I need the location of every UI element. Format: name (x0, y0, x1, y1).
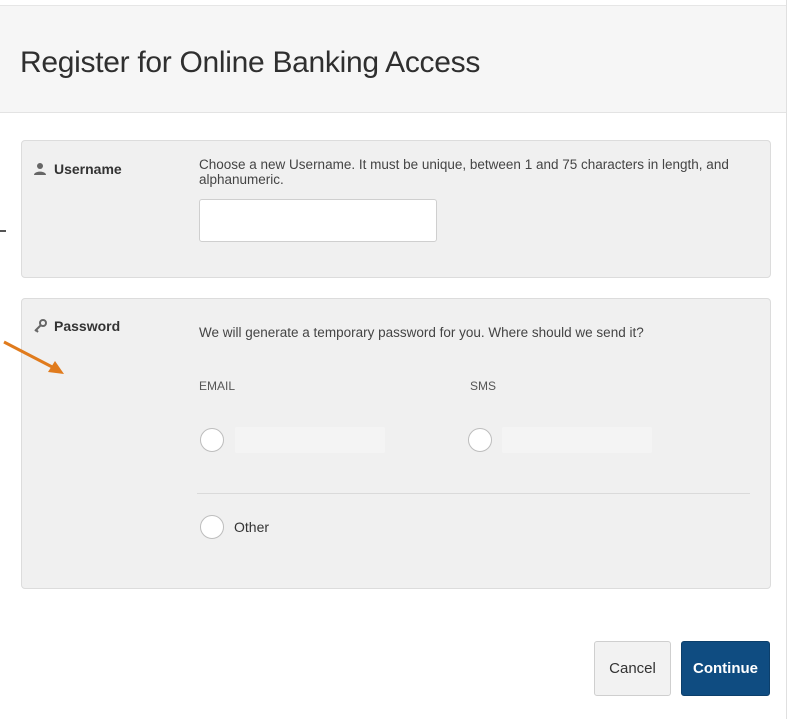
password-panel: Password We will generate a temporary pa… (21, 298, 771, 589)
username-input[interactable] (199, 199, 437, 242)
options-divider (197, 493, 750, 494)
password-help-text: We will generate a temporary password fo… (199, 325, 644, 340)
sms-radio[interactable] (468, 428, 492, 452)
email-option-label: EMAIL (199, 379, 236, 393)
email-destination (235, 427, 385, 453)
email-radio[interactable] (200, 428, 224, 452)
sms-option-label: SMS (470, 379, 497, 393)
username-panel: Username Choose a new Username. It must … (21, 140, 771, 278)
cancel-button[interactable]: Cancel (594, 641, 671, 696)
continue-button[interactable]: Continue (681, 641, 770, 696)
sms-destination (502, 427, 652, 453)
right-scroll-edge (786, 0, 792, 719)
annotation-arrow-icon (3, 340, 64, 374)
other-radio[interactable] (200, 515, 224, 539)
username-help-text: Choose a new Username. It must be unique… (199, 157, 729, 187)
other-option-label: Other (234, 519, 270, 535)
